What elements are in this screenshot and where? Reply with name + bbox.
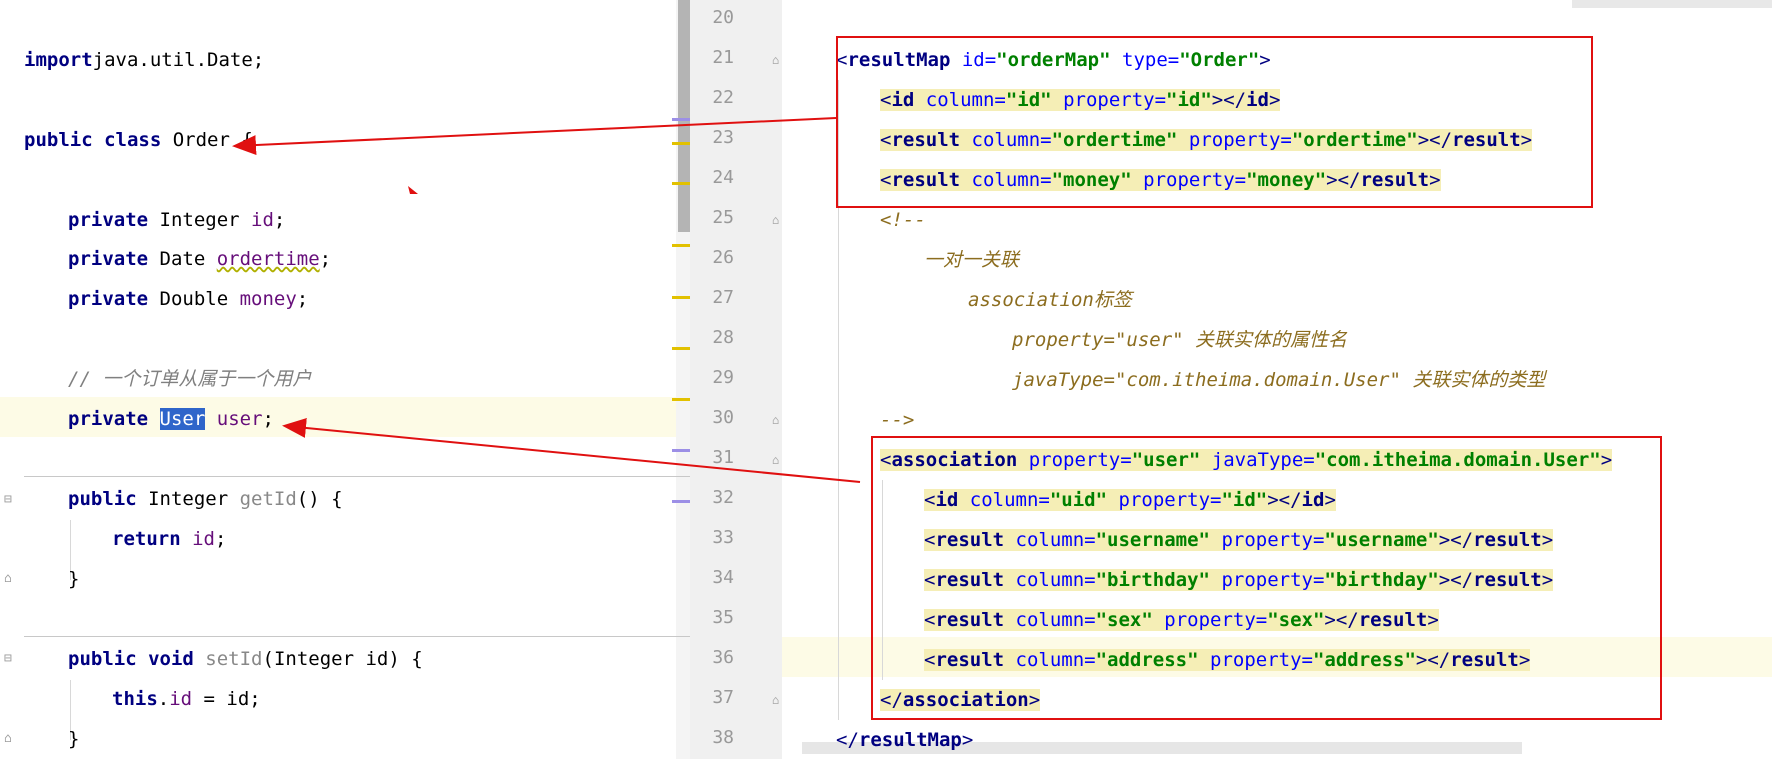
cursor-mark-icon [408, 186, 418, 194]
annotation-arrow-icon [232, 117, 837, 156]
annotation-arrow-icon [282, 417, 861, 483]
annotation-arrows [232, 117, 861, 483]
